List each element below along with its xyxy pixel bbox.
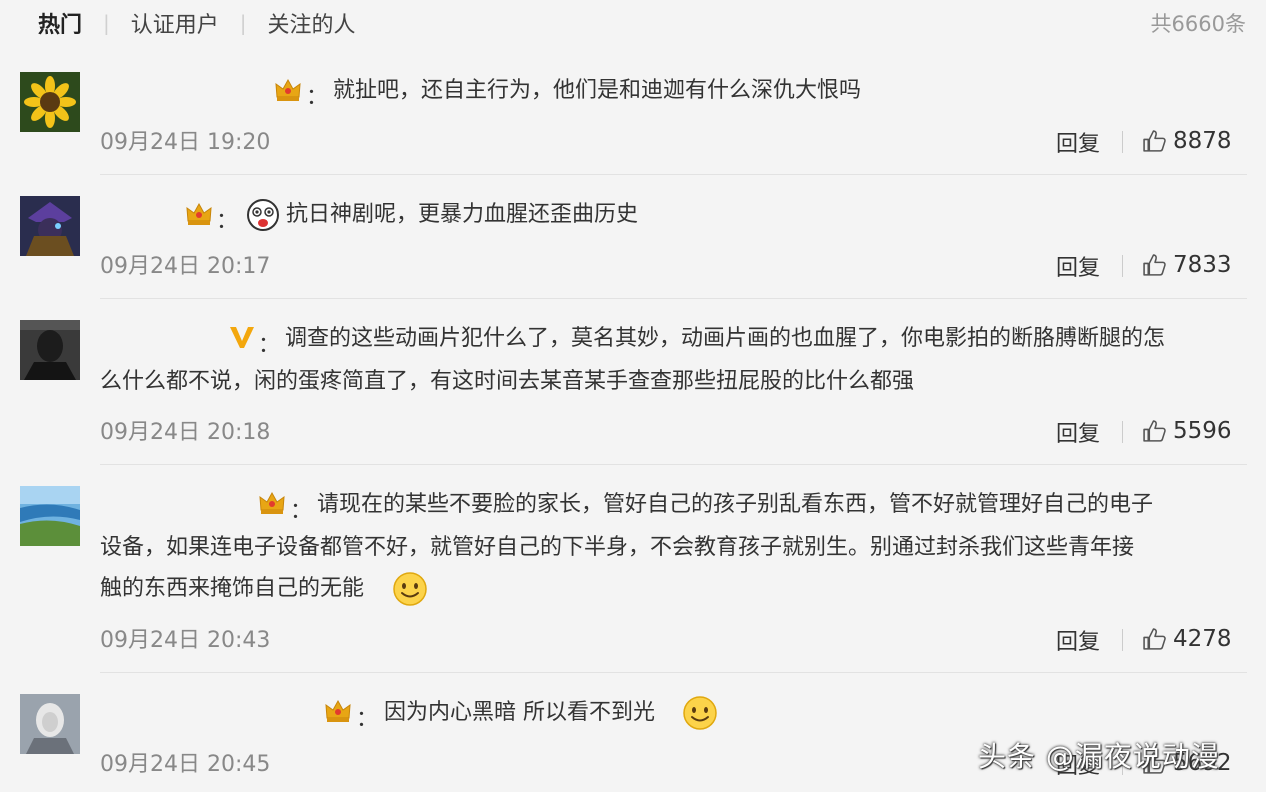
like-count: 4278 [1173, 626, 1232, 652]
comment-divider [100, 672, 1247, 673]
crown-badge-icon [259, 491, 285, 514]
watermark-overlay: 头条 @漏夜说动漫 [978, 740, 1220, 773]
comment-total-count: 共6660条 [1150, 12, 1246, 36]
v-badge-icon [230, 327, 254, 348]
comment-divider [100, 298, 1247, 299]
comment-timestamp: 09月24日 20:17 [100, 254, 271, 279]
avatar[interactable] [20, 486, 80, 546]
crown-badge-icon [275, 78, 301, 101]
comment-text: 请现在的某些不要脸的家长，管好自己的孩子别乱看东西，管不好就管理好自己的电子 [317, 492, 1154, 517]
avatar[interactable] [20, 196, 80, 256]
thumbs-up-icon [1143, 419, 1166, 442]
like-count: 5596 [1173, 418, 1232, 444]
comment-timestamp: 09月24日 20:43 [100, 628, 271, 653]
tab-separator: | [239, 11, 247, 35]
avatar[interactable] [20, 72, 80, 132]
comment-timestamp: 09月24日 19:20 [100, 130, 271, 155]
comment-tabs: 热门 | 认证用户 | 关注的人 [38, 6, 356, 40]
like-count: 8878 [1173, 128, 1232, 154]
comment-text: 因为内心黑暗 所以看不到光 [384, 700, 655, 725]
colon: ： [216, 209, 239, 234]
comment-text-continued: 触的东西来掩饰自己的无能 [100, 568, 364, 610]
tab-separator: | [103, 11, 110, 35]
action-separator [1122, 255, 1123, 277]
avatar[interactable] [20, 694, 80, 754]
tab-verified-users[interactable]: 认证用户 [131, 7, 219, 39]
colon: ： [306, 85, 329, 110]
smile-emoji-icon [683, 696, 717, 730]
tab-hot[interactable]: 热门 [38, 7, 82, 39]
comment-text: 调查的这些动画片犯什么了，莫名其妙，动画片画的也血腥了，你电影拍的断胳膊断腿的怎 [285, 326, 1166, 351]
like-button[interactable]: 8878 [1142, 128, 1232, 154]
comment-text-continued: 么什么都不说，闲的蛋疼简直了，有这时间去某音某手查查那些扭屁股的比什么都强 [100, 369, 915, 394]
like-button[interactable]: 7833 [1142, 252, 1232, 278]
reply-button[interactable]: 回复 [1056, 126, 1100, 158]
colon: ： [290, 499, 313, 524]
colon: ： [356, 707, 379, 732]
like-button[interactable]: 5596 [1142, 418, 1232, 444]
reply-button[interactable]: 回复 [1056, 250, 1100, 282]
reply-button[interactable]: 回复 [1056, 624, 1100, 656]
comment-divider [100, 464, 1247, 465]
crown-badge-icon [186, 202, 212, 225]
crown-badge-icon [325, 699, 351, 722]
thumbs-up-icon [1143, 129, 1166, 152]
action-separator [1122, 421, 1123, 443]
thumbs-up-icon [1143, 253, 1166, 276]
emoji-icon [247, 199, 279, 231]
comment-timestamp: 09月24日 20:18 [100, 420, 271, 445]
reply-button[interactable]: 回复 [1056, 416, 1100, 448]
like-count: 7833 [1173, 252, 1232, 278]
comment-divider [100, 174, 1247, 175]
comment-text: 就扯吧，还自主行为，他们是和迪迦有什么深仇大恨吗 [333, 78, 862, 103]
avatar[interactable] [20, 320, 80, 380]
comment-text: 抗日神剧呢，更暴力血腥还歪曲历史 [286, 202, 639, 227]
like-button[interactable]: 4278 [1142, 626, 1232, 652]
colon: ： [258, 333, 281, 358]
comment-text-end: 触的东西来掩饰自己的无能 [100, 576, 365, 601]
action-separator [1122, 131, 1123, 153]
smile-emoji-icon [393, 572, 427, 606]
comment-text-continued: 设备，如果连电子设备都管不好，就管好自己的下半身，不会教育孩子就别生。别通过封杀… [100, 535, 1135, 560]
tab-following[interactable]: 关注的人 [268, 7, 356, 39]
action-separator [1122, 629, 1123, 651]
comment-timestamp: 09月24日 20:45 [100, 752, 271, 777]
thumbs-up-icon [1143, 627, 1166, 650]
